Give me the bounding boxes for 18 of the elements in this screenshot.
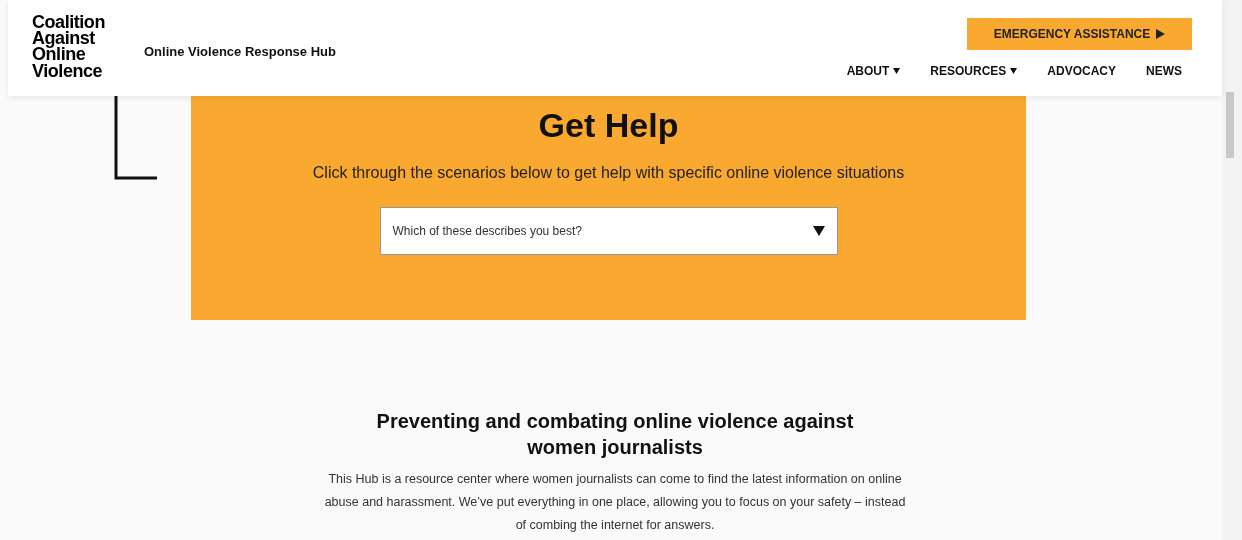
nav-link[interactable]: ADVOCACY — [1039, 62, 1116, 80]
scenario-select[interactable]: Which of these describes you best? — [379, 207, 838, 255]
scrollbar-thumb[interactable] — [1226, 92, 1234, 158]
nav-link[interactable]: RESOURCES — [922, 62, 1018, 80]
dropdown-caret-icon — [812, 226, 825, 236]
caret-icon — [893, 68, 901, 74]
site-logo[interactable]: Coalition Against Online Violence — [32, 14, 128, 79]
intro-paragraph: This Hub is a resource center where women journalists can come to find the latest information on online abuse and harassment. We’ve put everything in one place, allowing you to focus on your safety – instead of combing the internet for answers. — [323, 471, 907, 534]
get-help-title: Get Help — [538, 105, 679, 146]
site-title: Online Violence Response Hub — [144, 43, 336, 61]
nav-link[interactable]: NEWS — [1138, 62, 1182, 80]
nav-link[interactable]: ABOUT — [838, 62, 901, 80]
emergency-assistance-button[interactable]: EMERGENCY ASSISTANCE — [967, 18, 1192, 50]
play-icon — [1156, 29, 1166, 39]
caret-icon — [1010, 68, 1018, 74]
scrollbar[interactable] — [1222, 0, 1242, 540]
get-help-subtitle: Click through the scenarios below to get help with specific online violence situations — [312, 163, 905, 183]
intro-heading: Preventing and combating online violence against women journalists — [375, 409, 855, 460]
